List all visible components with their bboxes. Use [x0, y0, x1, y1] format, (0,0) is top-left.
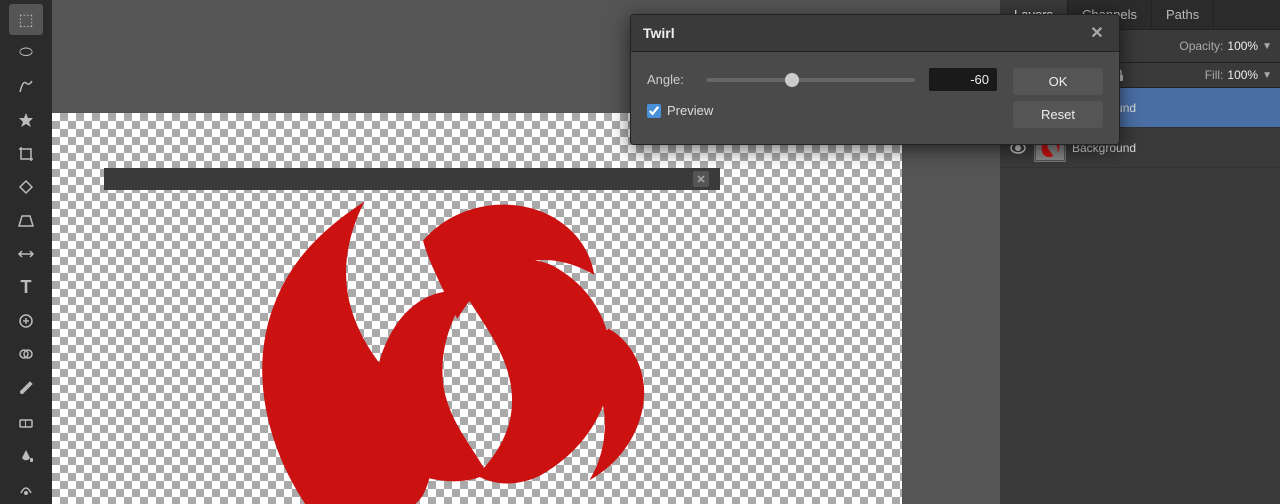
- tool-dodge-burn[interactable]: [9, 473, 43, 504]
- angle-slider[interactable]: [706, 78, 915, 82]
- tool-clone[interactable]: [9, 339, 43, 370]
- opacity-row: Opacity: 100% ▼: [1179, 39, 1272, 53]
- dialog-titlebar: Twirl ✕: [631, 15, 1119, 52]
- angle-input[interactable]: [929, 68, 997, 91]
- reset-button[interactable]: Reset: [1013, 101, 1103, 128]
- fill-row: Fill: 100% ▼: [1205, 68, 1272, 82]
- tool-ellipse-select[interactable]: ⬭: [9, 37, 43, 68]
- dialog-title: Twirl: [643, 25, 675, 41]
- tab-paths[interactable]: Paths: [1152, 0, 1214, 29]
- fill-arrow-icon[interactable]: ▼: [1262, 70, 1272, 81]
- opacity-label: Opacity:: [1179, 39, 1223, 53]
- angle-slider-thumb[interactable]: [785, 73, 799, 87]
- tool-heal[interactable]: [9, 305, 43, 336]
- tool-fuzzy-select[interactable]: [9, 104, 43, 135]
- angle-label: Angle:: [647, 72, 692, 87]
- preview-row: Preview: [647, 103, 997, 118]
- tool-paintbrush[interactable]: [9, 372, 43, 403]
- preview-label: Preview: [667, 103, 713, 118]
- tool-free-select[interactable]: [9, 71, 43, 102]
- tool-transform[interactable]: [9, 171, 43, 202]
- canvas-info-icon[interactable]: [690, 168, 712, 190]
- dialog-close-button[interactable]: ✕: [1087, 23, 1107, 43]
- tool-text[interactable]: T: [9, 272, 43, 303]
- tool-crop[interactable]: [9, 138, 43, 169]
- tool-flip[interactable]: [9, 238, 43, 269]
- tool-eraser[interactable]: [9, 406, 43, 437]
- tool-perspective[interactable]: [9, 205, 43, 236]
- canvas-info-bar: [104, 168, 720, 190]
- twirl-dialog: Twirl ✕ Angle: Preview OK Reset: [630, 14, 1120, 145]
- opacity-value[interactable]: 100%: [1227, 39, 1258, 53]
- tool-rectangle-select[interactable]: ⬚: [9, 4, 43, 35]
- opacity-arrow-icon[interactable]: ▼: [1262, 41, 1272, 52]
- fill-value[interactable]: 100%: [1227, 68, 1258, 82]
- dialog-buttons: OK Reset: [1013, 68, 1103, 128]
- dialog-body: Angle: Preview OK Reset: [631, 52, 1119, 144]
- angle-row: Angle:: [647, 68, 997, 91]
- dialog-controls: Angle: Preview: [647, 68, 997, 128]
- preview-checkbox[interactable]: [647, 104, 661, 118]
- layer-list: Background Background: [1000, 88, 1280, 504]
- ok-button[interactable]: OK: [1013, 68, 1103, 95]
- tool-fill[interactable]: [9, 439, 43, 470]
- toolbar-left: ⬚ ⬭ T: [0, 0, 52, 504]
- fill-label: Fill:: [1205, 68, 1224, 82]
